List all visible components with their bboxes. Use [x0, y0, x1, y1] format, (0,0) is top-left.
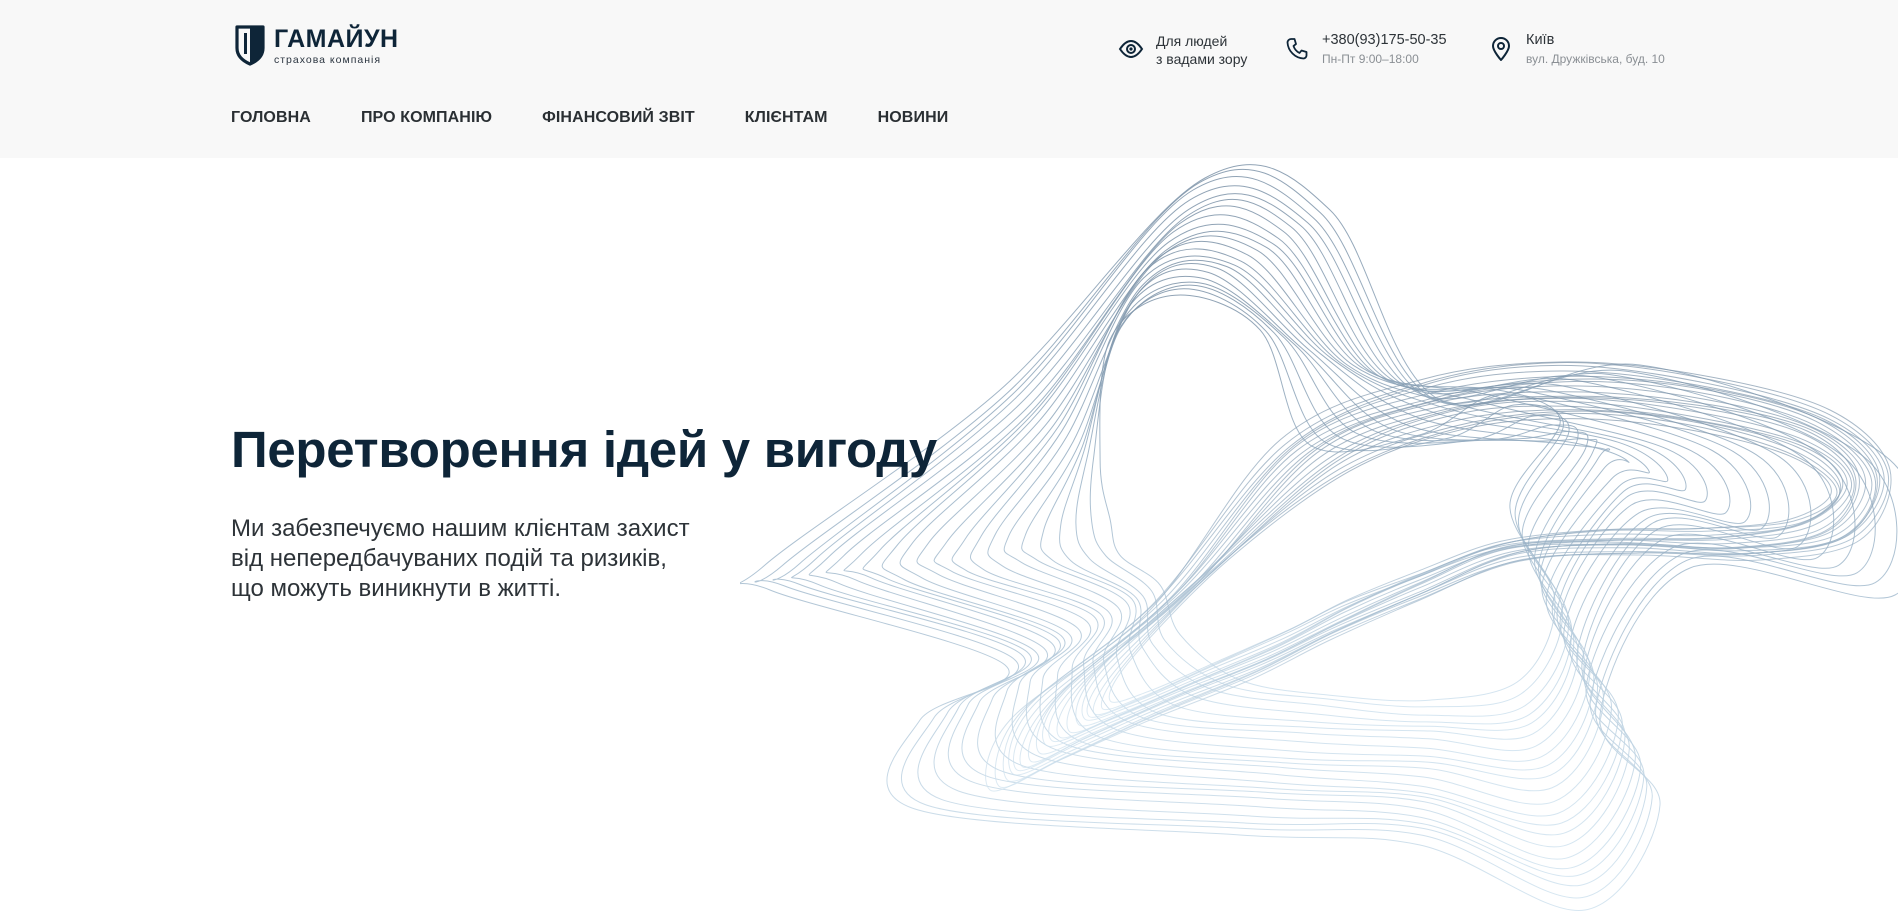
location-pin-icon — [1492, 37, 1510, 61]
phone-number: +380(93)175-50-35 — [1322, 32, 1447, 48]
wave-a-contour-line — [933, 240, 1687, 792]
shield-logo-icon — [235, 25, 265, 66]
nav-item-news[interactable]: НОВИНИ — [878, 109, 949, 127]
nav-item-financial-report[interactable]: ФІНАНСОВИЙ ЗВІТ — [542, 109, 695, 127]
page: ГАМАЙУН страхова компанія Для людей з ва… — [0, 0, 1898, 922]
accessibility-line1: Для людей — [1156, 33, 1228, 49]
wave-a-contour-line — [1021, 268, 1598, 740]
wave-a-contour-line — [1003, 262, 1611, 752]
nav-item-clients[interactable]: КЛІЄНТАМ — [745, 109, 828, 127]
brand-subtitle: страхова компанія — [274, 53, 382, 66]
wave-a-contour-line — [843, 205, 1790, 848]
accessibility-line2: з вадами зору — [1156, 51, 1248, 67]
wave-b-contour-line — [994, 362, 1890, 788]
hero-description-line: що можуть виникнути в житті. — [231, 575, 562, 602]
eye-icon — [1118, 39, 1144, 59]
hero-title: Перетворення ідей у вигоду — [231, 421, 938, 478]
site-header: ГАМАЙУН страхова компанія Для людей з ва… — [0, 0, 1898, 158]
address-street: вул. Дружківська, буд. 10 — [1526, 52, 1665, 66]
hero-description: Ми забезпечуємо нашим клієнтам захист ві… — [231, 514, 791, 604]
hero-description-line: від непередбачуваних подій та ризиків, — [231, 545, 667, 572]
hero-wave-illustration — [740, 164, 1898, 911]
phone-icon — [1286, 38, 1308, 60]
wave-a-contour-line — [881, 223, 1752, 826]
brand-name: ГАМАЙУН — [274, 24, 399, 53]
hero-description-line: Ми забезпечуємо нашим клієнтам захист — [231, 515, 690, 542]
address-city: Київ — [1526, 32, 1555, 48]
wave-a-contour-line — [862, 214, 1770, 836]
phone-hours: Пн-Пт 9:00–18:00 — [1322, 52, 1419, 66]
brand-logo[interactable]: ГАМАЙУН страхова компанія — [234, 24, 399, 66]
nav-item-about[interactable]: ПРО КОМПАНІЮ — [361, 109, 492, 127]
address-contact[interactable]: Київ вул. Дружківська, буд. 10 — [1488, 32, 1665, 67]
wave-a-contour-line — [987, 259, 1630, 762]
main-nav: ГОЛОВНА ПРО КОМПАНІЮ ФІНАНСОВИЙ ЗВІТ КЛІ… — [231, 109, 948, 127]
nav-item-home[interactable]: ГОЛОВНА — [231, 109, 311, 127]
wave-a-contour-line — [899, 230, 1731, 817]
accessibility-link[interactable]: Для людей з вадами зору — [1118, 32, 1247, 68]
phone-contact[interactable]: +380(93)175-50-35 Пн-Пт 9:00–18:00 — [1284, 32, 1447, 67]
wave-a-contour-line — [1075, 284, 1570, 717]
